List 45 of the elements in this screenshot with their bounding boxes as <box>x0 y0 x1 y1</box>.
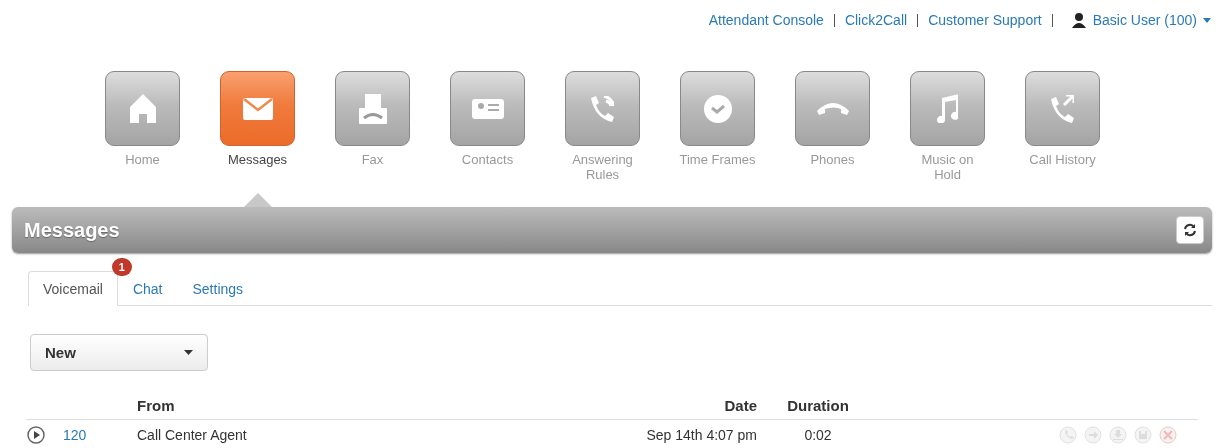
column-header: From <box>136 391 598 420</box>
nav-tile[interactable]: Call History <box>1025 40 1100 207</box>
table-cell: Call Center Agent <box>136 419 598 448</box>
call-icon[interactable] <box>1059 426 1077 444</box>
caret-icon <box>184 350 193 355</box>
nav-icon <box>242 97 273 120</box>
nav-icon <box>936 93 959 124</box>
header-link[interactable]: Click2Call <box>844 12 908 28</box>
refresh-icon <box>1183 223 1197 237</box>
nav-tile[interactable]: Home <box>105 40 180 207</box>
nav-icon <box>358 93 387 124</box>
user-icon <box>1070 12 1087 28</box>
user-menu[interactable]: Basic User (100) <box>1070 12 1211 28</box>
caret-icon <box>1203 17 1211 23</box>
nav-tile[interactable]: Music on Hold <box>910 40 985 207</box>
header-link[interactable]: Customer Support <box>928 12 1042 28</box>
table-cell: 0:02 <box>758 419 878 448</box>
header-link[interactable]: Attendant Console <box>708 12 824 28</box>
nav-icon <box>1051 94 1074 123</box>
tab[interactable]: Settings <box>177 271 259 306</box>
tab[interactable]: Voicemail <box>28 271 118 306</box>
save-icon[interactable] <box>1134 426 1152 444</box>
count-badge: 1 <box>111 258 132 276</box>
nav-tile[interactable]: Phones <box>795 40 870 207</box>
nav-icon <box>816 102 849 115</box>
column-header: Duration <box>758 391 878 420</box>
panel-title: Messages <box>24 218 120 242</box>
forward-icon[interactable] <box>1084 426 1102 444</box>
play-icon[interactable] <box>27 426 45 444</box>
filter-dropdown[interactable]: New <box>30 334 208 371</box>
nav-icon <box>129 94 156 123</box>
download-icon[interactable] <box>1109 426 1127 444</box>
nav-icon <box>471 98 504 119</box>
nav-tile[interactable]: Answering Rules <box>565 40 640 207</box>
nav-tile[interactable]: Contacts <box>450 40 525 207</box>
table-cell: Sep 14th 4:07 pm <box>598 419 758 448</box>
nav-tile[interactable]: Fax <box>335 40 410 207</box>
nav-tile[interactable]: Time Frames <box>680 40 755 207</box>
nav-icon <box>703 94 732 123</box>
delete-icon[interactable] <box>1159 426 1177 444</box>
column-header: Date <box>598 391 758 420</box>
nav-tile[interactable]: Messages <box>220 40 295 207</box>
refresh-button[interactable] <box>1176 216 1204 244</box>
caller-number[interactable]: 120 <box>63 427 87 443</box>
nav-icon <box>591 95 614 122</box>
